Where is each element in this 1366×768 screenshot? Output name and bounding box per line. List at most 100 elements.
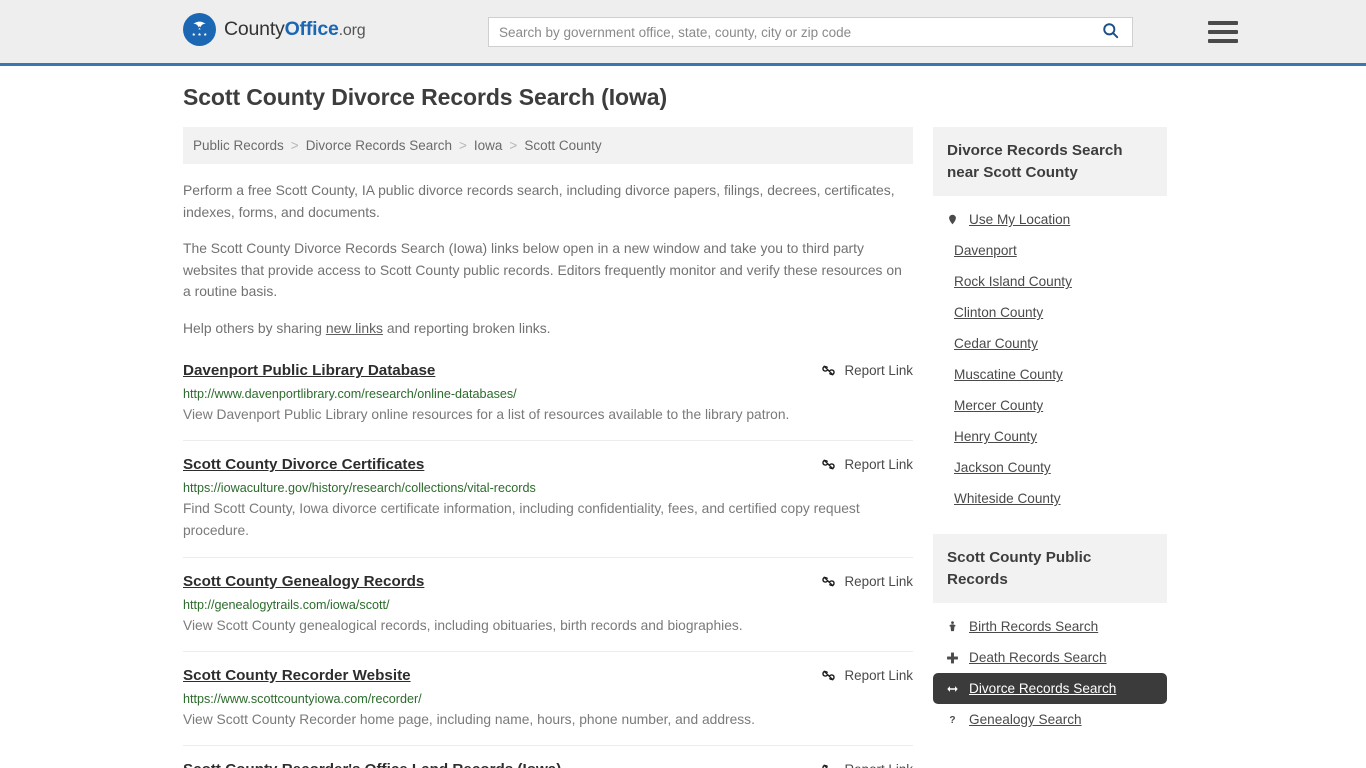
sidebar-nearby-heading: Divorce Records Search near Scott County	[933, 127, 1167, 197]
hamburger-menu-icon-bar	[1208, 21, 1238, 25]
breadcrumb-item-iowa[interactable]: Iowa	[474, 138, 503, 153]
result-item: Davenport Public Library Database Report …	[183, 361, 913, 442]
report-link-button[interactable]: Report Link	[820, 761, 913, 768]
sidebar-list-item: Rock Island County	[933, 266, 1167, 297]
report-link-button[interactable]: Report Link	[820, 456, 913, 473]
report-link-button[interactable]: Report Link	[820, 667, 913, 684]
sidebar-item-label: Death Records Search	[969, 650, 1107, 666]
intro-p3-after: and reporting broken links.	[382, 319, 551, 336]
cross-icon	[945, 651, 960, 665]
sidebar-public-records-heading: Scott County Public Records	[933, 534, 1167, 604]
result-title-link[interactable]: Scott County Recorder Website	[183, 666, 411, 686]
result-title-link[interactable]: Davenport Public Library Database	[183, 361, 435, 381]
results-list: Davenport Public Library Database Report …	[183, 361, 913, 768]
sidebar-item-label: Genealogy Search	[969, 712, 1082, 728]
sidebar-item-muscatine-county[interactable]: Muscatine County	[933, 359, 1167, 390]
sidebar: Divorce Records Search near Scott County…	[933, 127, 1167, 755]
site-logo[interactable]: CountyOffice.org	[183, 13, 366, 46]
report-link-button[interactable]: Report Link	[820, 362, 913, 379]
report-link-label: Report Link	[844, 667, 913, 683]
result-header: Scott County Divorce Certificates Report …	[183, 455, 913, 475]
hamburger-menu-icon-bar	[1208, 39, 1238, 43]
hamburger-menu-icon-bar	[1208, 30, 1238, 34]
hamburger-menu-button[interactable]	[1208, 18, 1238, 46]
county-office-eagle-logo-icon	[183, 13, 216, 46]
breadcrumb-item-divorce-records-search[interactable]: Divorce Records Search	[306, 138, 452, 153]
sidebar-item-cedar-county[interactable]: Cedar County	[933, 328, 1167, 359]
sidebar-list-item: Henry County	[933, 421, 1167, 452]
brand-org: .org	[338, 22, 366, 39]
sidebar-item-mercer-county[interactable]: Mercer County	[933, 390, 1167, 421]
breadcrumb-separator: >	[290, 138, 299, 153]
result-title-link[interactable]: Scott County Divorce Certificates	[183, 455, 424, 475]
sidebar-item-genealogy-search[interactable]: ? Genealogy Search	[933, 704, 1167, 735]
sidebar-item-birth-records-search[interactable]: Birth Records Search	[933, 611, 1167, 642]
sidebar-list-item: Jackson County	[933, 452, 1167, 483]
sidebar-item-label: Whiteside County	[954, 491, 1061, 507]
sidebar-nearby-list: Use My Location Davenport Rock Island Coun…	[933, 196, 1167, 514]
breadcrumb-item-scott-county: Scott County	[524, 138, 602, 153]
sidebar-list-item: Muscatine County	[933, 359, 1167, 390]
sidebar-item-clinton-county[interactable]: Clinton County	[933, 297, 1167, 328]
svg-text:?: ?	[949, 715, 955, 726]
sidebar-item-davenport[interactable]: Davenport	[933, 235, 1167, 266]
new-links-link[interactable]: new links	[326, 320, 383, 336]
page-container: Scott County Divorce Records Search (Iow…	[183, 66, 1183, 768]
broken-link-icon	[820, 362, 837, 379]
result-item: Scott County Genealogy Records Report Lin…	[183, 572, 913, 652]
sidebar-list-item: Clinton County	[933, 297, 1167, 328]
sidebar-item-label: Mercer County	[954, 398, 1044, 414]
result-url-link[interactable]: https://iowaculture.gov/history/research…	[183, 481, 913, 495]
report-link-label: Report Link	[845, 762, 913, 768]
result-title-link[interactable]: Scott County Genealogy Records	[183, 572, 424, 592]
brand-wordmark: CountyOffice.org	[224, 18, 366, 41]
sidebar-item-label: Birth Records Search	[969, 619, 1099, 635]
sidebar-list-item: Cedar County	[933, 328, 1167, 359]
result-title-link[interactable]: Scott County Recorder's Office Land Reco…	[183, 760, 561, 768]
intro-paragraph-1: Perform a free Scott County, IA public d…	[183, 182, 895, 220]
site-header: CountyOffice.org	[0, 0, 1366, 66]
broken-link-icon	[820, 761, 837, 768]
intro-paragraph-2: The Scott County Divorce Records Search …	[183, 240, 902, 300]
result-url-link[interactable]: http://genealogytrails.com/iowa/scott/	[183, 598, 913, 612]
sidebar-item-label: Cedar County	[954, 336, 1038, 352]
breadcrumb: Public Records > Divorce Records Search > Io…	[183, 127, 913, 164]
report-link-button[interactable]: Report Link	[820, 573, 913, 590]
brand-office: Office	[284, 18, 339, 40]
map-pin-icon	[945, 212, 960, 227]
sidebar-item-label: Divorce Records Search	[969, 681, 1117, 697]
report-link-label: Report Link	[844, 573, 913, 589]
intro-paragraph-3: Help others by sharing new links and rep…	[183, 318, 913, 340]
left-right-arrow-icon	[945, 683, 960, 695]
breadcrumb-item-public-records[interactable]: Public Records	[193, 138, 284, 153]
sidebar-item-death-records-search[interactable]: Death Records Search	[933, 642, 1167, 673]
search-input[interactable]	[488, 17, 1089, 47]
sidebar-list-item: Use My Location	[933, 204, 1167, 235]
sidebar-item-whiteside-county[interactable]: Whiteside County	[933, 483, 1167, 514]
search-bar	[488, 17, 1133, 47]
sidebar-item-label: Clinton County	[954, 305, 1044, 321]
sidebar-list-item: Birth Records Search	[933, 611, 1167, 642]
result-header: Davenport Public Library Database Report …	[183, 361, 913, 381]
person-icon	[945, 619, 960, 634]
page-title: Scott County Divorce Records Search (Iow…	[183, 84, 668, 110]
sidebar-item-use-my-location[interactable]: Use My Location	[933, 204, 1167, 235]
result-description: Find Scott County, Iowa divorce certific…	[183, 501, 860, 539]
question-mark-icon: ?	[945, 712, 960, 727]
result-item: Scott County Recorder Website Report Link…	[183, 666, 913, 746]
sidebar-list-item: Death Records Search	[933, 642, 1167, 673]
result-url-link[interactable]: http://www.davenportlibrary.com/research…	[183, 387, 913, 401]
sidebar-item-jackson-county[interactable]: Jackson County	[933, 452, 1167, 483]
result-header: Scott County Recorder Website Report Link	[183, 666, 913, 686]
broken-link-icon	[820, 573, 837, 590]
sidebar-item-rock-island-county[interactable]: Rock Island County	[933, 266, 1167, 297]
sidebar-item-label: Use My Location	[969, 212, 1071, 228]
report-link-label: Report Link	[844, 363, 913, 379]
result-url-link[interactable]: https://www.scottcountyiowa.com/recorder…	[183, 692, 913, 706]
sidebar-item-henry-county[interactable]: Henry County	[933, 421, 1167, 452]
sidebar-list-item: Divorce Records Search	[933, 673, 1167, 705]
report-link-label: Report Link	[844, 457, 913, 473]
sidebar-item-divorce-records-search[interactable]: Divorce Records Search	[933, 673, 1167, 705]
breadcrumb-separator: >	[509, 138, 518, 153]
search-button[interactable]	[1089, 17, 1133, 47]
